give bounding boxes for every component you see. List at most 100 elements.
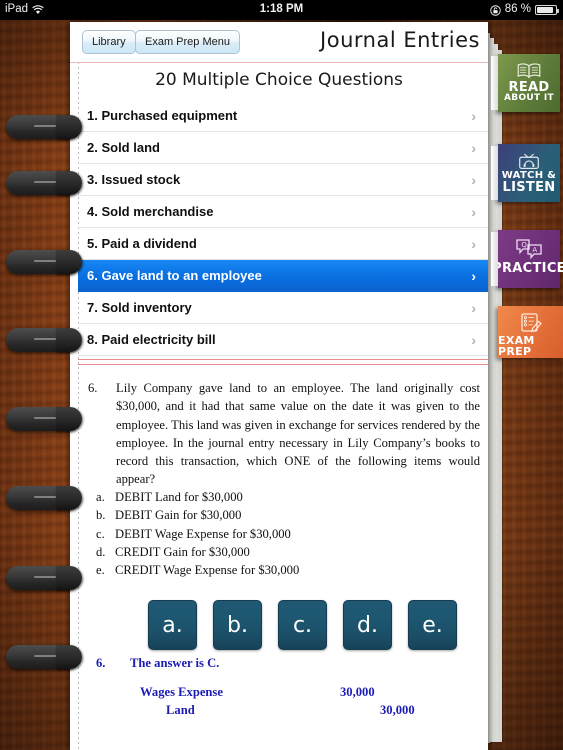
binder-ring xyxy=(6,171,82,195)
tab-read-about-it[interactable]: READ ABOUT IT xyxy=(491,54,560,112)
question-list: 1. Purchased equipment › 2. Sold land › 3. I… xyxy=(78,100,488,356)
section-divider-bottom xyxy=(78,364,488,365)
tab-exam-line1: EXAM PREP xyxy=(498,334,535,358)
answer-button-row: a. b. c. d. e. xyxy=(148,600,457,650)
exam-prep-menu-button[interactable]: Exam Prep Menu xyxy=(135,30,240,54)
page-header: Library Exam Prep Menu Journal Entries xyxy=(70,22,488,62)
status-bar-right: 86 % xyxy=(490,3,559,16)
question-list-item-label: 8. Paid electricity bill xyxy=(87,332,216,347)
answer-button-e[interactable]: e. xyxy=(408,600,457,650)
battery-icon xyxy=(535,5,559,15)
answer-choice-label: b. xyxy=(96,508,106,523)
binder-ring xyxy=(6,486,82,510)
question-number: 6. xyxy=(88,381,98,395)
answer-choice-label: a. xyxy=(96,490,105,504)
chevron-right-icon: › xyxy=(471,203,476,220)
question-list-item-8[interactable]: 8. Paid electricity bill › xyxy=(78,324,488,356)
notebook-page: Library Exam Prep Menu Journal Entries 2… xyxy=(70,22,488,750)
tab-page-stack xyxy=(491,232,498,286)
answer-choice-label: e. xyxy=(96,563,105,577)
answer-choice-label: d. xyxy=(96,544,106,559)
section-divider-top xyxy=(78,359,488,360)
svg-text:Q: Q xyxy=(521,241,527,249)
tab-read-line2: ABOUT IT xyxy=(504,93,554,103)
answer-choice-e: e. CREDIT Wage Expense for $30,000 xyxy=(96,561,476,579)
question-list-item-label: 7. Sold inventory xyxy=(87,300,192,315)
svg-text:A: A xyxy=(532,246,537,254)
rotation-lock-icon xyxy=(490,4,501,16)
tab-practice[interactable]: Q A PRACTICE xyxy=(491,230,563,288)
tab-page-stack xyxy=(491,56,498,110)
question-text: Lily Company gave land to an employee. T… xyxy=(116,381,480,487)
chevron-right-icon: › xyxy=(471,299,476,316)
question-list-item-5[interactable]: 5. Paid a dividend › xyxy=(78,228,488,260)
chevron-right-icon: › xyxy=(471,139,476,156)
question-list-item-2[interactable]: 2. Sold land › xyxy=(78,132,488,164)
tab-page-stack xyxy=(491,146,498,200)
question-list-item-label: 4. Sold merchandise xyxy=(87,204,214,219)
answer-choice-d: d. CREDIT Gain for $30,000 xyxy=(96,543,476,561)
question-list-item-label: 5. Paid a dividend xyxy=(87,236,197,251)
header-divider xyxy=(70,62,488,63)
chevron-right-icon: › xyxy=(471,331,476,348)
question-count-heading: 20 Multiple Choice Questions xyxy=(155,70,403,90)
tab-watch-line2: LISTEN xyxy=(502,180,556,195)
question-list-item-label: 1. Purchased equipment xyxy=(87,108,238,123)
answer-button-c[interactable]: c. xyxy=(278,600,327,650)
binder-ring xyxy=(6,566,82,590)
answer-key-statement: The answer is C. xyxy=(130,656,220,670)
binder-ring xyxy=(6,407,82,431)
qa-speech-bubbles-icon: Q A xyxy=(514,235,544,261)
tv-headphones-icon xyxy=(514,149,544,171)
chevron-right-icon: › xyxy=(471,107,476,124)
journal-entry-table: Wages Expense 30,000 Land 30,000 xyxy=(140,685,450,721)
answer-button-d[interactable]: d. xyxy=(343,600,392,650)
question-list-item-1[interactable]: 1. Purchased equipment › xyxy=(78,100,488,132)
answer-key: 6. The answer is C. xyxy=(96,656,476,671)
journal-entry-account: Land xyxy=(166,703,195,717)
answer-choice-b: b. DEBIT Gain for $30,000 xyxy=(96,506,476,524)
answer-choice-a: a. DEBIT Land for $30,000 xyxy=(96,488,476,506)
tab-exam-prep[interactable]: EXAM PREP xyxy=(498,306,563,358)
answer-choice-c: c. DEBIT Wage Expense for $30,000 xyxy=(96,525,476,543)
binder-ring xyxy=(6,115,82,139)
checklist-pencil-icon xyxy=(516,311,546,335)
question-list-item-7[interactable]: 7. Sold inventory › xyxy=(78,292,488,324)
answer-key-number: 6. xyxy=(96,656,106,670)
journal-entry-account: Wages Expense xyxy=(140,685,223,699)
answer-button-a[interactable]: a. xyxy=(148,600,197,650)
binder-ring xyxy=(6,250,82,274)
chevron-right-icon: › xyxy=(471,235,476,252)
journal-entry-amount-debit: 30,000 xyxy=(340,685,375,699)
answer-choice-text: DEBIT Land for $30,000 xyxy=(115,490,243,504)
journal-entry-amount-credit: 30,000 xyxy=(380,703,415,717)
answer-choice-label: c. xyxy=(96,526,105,541)
chevron-right-icon: › xyxy=(471,267,476,284)
page-title: Journal Entries xyxy=(320,28,480,52)
question-list-item-6[interactable]: 6. Gave land to an employee › xyxy=(78,260,488,292)
binder-ring xyxy=(6,645,82,669)
battery-percent-label: 86 % xyxy=(504,3,531,15)
journal-entry-row: Land 30,000 xyxy=(140,703,450,721)
journal-entry-row: Wages Expense 30,000 xyxy=(140,685,450,703)
answer-choice-list: a. DEBIT Land for $30,000 b. DEBIT Gain for… xyxy=(96,488,476,579)
question-list-item-label: 2. Sold land xyxy=(87,140,160,155)
open-book-icon xyxy=(514,59,544,81)
answer-choice-text: DEBIT Wage Expense for $30,000 xyxy=(115,526,291,541)
tab-practice-line1: PRACTICE xyxy=(492,261,563,276)
status-bar-clock: 1:18 PM xyxy=(259,3,304,15)
question-list-item-label: 6. Gave land to an employee xyxy=(87,268,262,283)
answer-button-b[interactable]: b. xyxy=(213,600,262,650)
answer-choice-text: CREDIT Gain for $30,000 xyxy=(115,544,250,559)
question-list-item-4[interactable]: 4. Sold merchandise › xyxy=(78,196,488,228)
binder-ring xyxy=(6,328,82,352)
question-list-item-3[interactable]: 3. Issued stock › xyxy=(78,164,488,196)
library-button[interactable]: Library xyxy=(82,30,136,54)
section-tab-rail: READ ABOUT IT WATCH & LISTEN Q A PRACTIC… xyxy=(491,22,563,750)
status-bar: iPad 1:18 PM 86 % xyxy=(0,0,563,20)
chevron-right-icon: › xyxy=(471,171,476,188)
answer-choice-text: CREDIT Wage Expense for $30,000 xyxy=(115,563,300,577)
answer-choice-text: DEBIT Gain for $30,000 xyxy=(115,508,242,523)
tab-watch-and-listen[interactable]: WATCH & LISTEN xyxy=(491,144,560,202)
question-body: 6. Lily Company gave land to an employee… xyxy=(88,379,480,489)
